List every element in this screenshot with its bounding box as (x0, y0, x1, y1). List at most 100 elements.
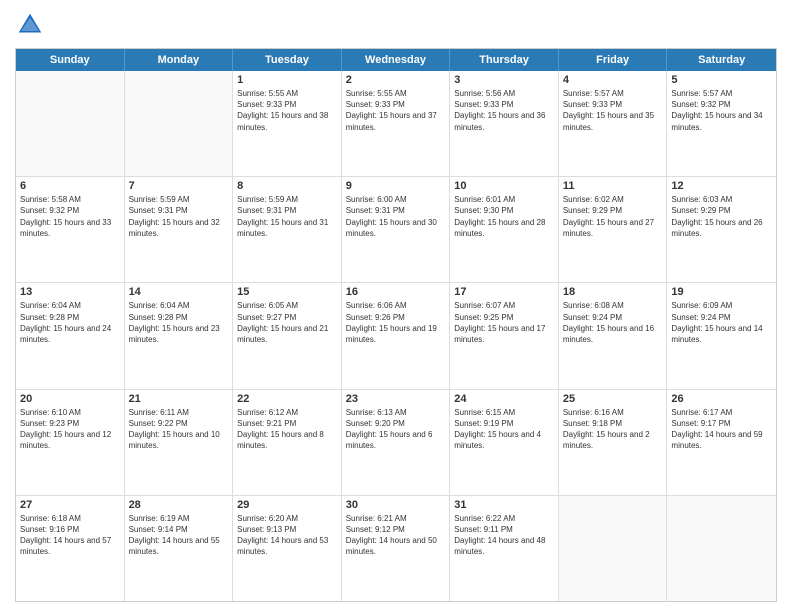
day-cell-27: 27 Sunrise: 6:18 AMSunset: 9:16 PMDayligh… (16, 496, 125, 601)
cell-detail: Sunrise: 6:01 AMSunset: 9:30 PMDaylight:… (454, 194, 554, 239)
logo-icon (15, 10, 45, 40)
day-cell-6: 6Sunrise: 5:58 AMSunset: 9:32 PMDaylight… (16, 177, 125, 282)
day-cell-12: 12 Sunrise: 6:03 AMSunset: 9:29 PMDayligh… (667, 177, 776, 282)
cell-detail: Sunrise: 5:57 AMSunset: 9:33 PMDaylight:… (563, 88, 663, 133)
day-cell-13: 13 Sunrise: 6:04 AMSunset: 9:28 PMDayligh… (16, 283, 125, 388)
day-cell-24: 24 Sunrise: 6:15 AMSunset: 9:19 PMDayligh… (450, 390, 559, 495)
day-number: 9 (346, 180, 446, 192)
day-cell-empty (125, 71, 234, 176)
day-cell-1: 1 Sunrise: 5:55 AMSunset: 9:33 PMDaylight… (233, 71, 342, 176)
cell-detail: Sunrise: 6:22 AMSunset: 9:11 PMDaylight:… (454, 513, 554, 558)
day-number: 25 (563, 393, 663, 405)
cell-detail: Sunrise: 5:56 AMSunset: 9:33 PMDaylight:… (454, 88, 554, 133)
cell-detail: Sunrise: 6:12 AMSunset: 9:21 PMDaylight:… (237, 407, 337, 452)
day-number: 10 (454, 180, 554, 192)
day-cell-9: 9 Sunrise: 6:00 AMSunset: 9:31 PMDaylight… (342, 177, 451, 282)
day-number: 14 (129, 286, 229, 298)
cell-detail: Sunrise: 6:16 AMSunset: 9:18 PMDaylight:… (563, 407, 663, 452)
day-cell-16: 16Sunrise: 6:06 AMSunset: 9:26 PMDayligh… (342, 283, 451, 388)
day-number: 11 (563, 180, 663, 192)
day-header-friday: Friday (559, 49, 668, 71)
cell-detail: Sunrise: 6:15 AMSunset: 9:19 PMDaylight:… (454, 407, 554, 452)
day-number: 21 (129, 393, 229, 405)
day-cell-11: 11 Sunrise: 6:02 AMSunset: 9:29 PMDayligh… (559, 177, 668, 282)
cell-detail: Sunrise: 5:57 AMSunset: 9:32 PMDaylight:… (671, 88, 772, 133)
week-row-4: 20 Sunrise: 6:10 AMSunset: 9:23 PMDayligh… (16, 390, 776, 496)
day-cell-21: 21 Sunrise: 6:11 AMSunset: 9:22 PMDayligh… (125, 390, 234, 495)
week-row-2: 6Sunrise: 5:58 AMSunset: 9:32 PMDaylight… (16, 177, 776, 283)
day-header-saturday: Saturday (667, 49, 776, 71)
day-cell-28: 28 Sunrise: 6:19 AMSunset: 9:14 PMDayligh… (125, 496, 234, 601)
day-cell-23: 23 Sunrise: 6:13 AMSunset: 9:20 PMDayligh… (342, 390, 451, 495)
day-cell-empty (559, 496, 668, 601)
cell-detail: Sunrise: 6:02 AMSunset: 9:29 PMDaylight:… (563, 194, 663, 239)
day-cell-30: 30 Sunrise: 6:21 AMSunset: 9:12 PMDayligh… (342, 496, 451, 601)
cell-detail: Sunrise: 6:03 AMSunset: 9:29 PMDaylight:… (671, 194, 772, 239)
calendar: SundayMondayTuesdayWednesdayThursdayFrid… (15, 48, 777, 602)
cell-detail: Sunrise: 5:58 AMSunset: 9:32 PMDaylight:… (20, 194, 120, 239)
day-cell-empty (16, 71, 125, 176)
day-number: 30 (346, 499, 446, 511)
day-cell-29: 29Sunrise: 6:20 AMSunset: 9:13 PMDayligh… (233, 496, 342, 601)
cell-detail: Sunrise: 5:59 AMSunset: 9:31 PMDaylight:… (129, 194, 229, 239)
cell-detail: Sunrise: 6:19 AMSunset: 9:14 PMDaylight:… (129, 513, 229, 558)
day-number: 18 (563, 286, 663, 298)
day-cell-10: 10 Sunrise: 6:01 AMSunset: 9:30 PMDayligh… (450, 177, 559, 282)
day-number: 22 (237, 393, 337, 405)
day-number: 13 (20, 286, 120, 298)
day-number: 15 (237, 286, 337, 298)
cell-detail: Sunrise: 6:05 AMSunset: 9:27 PMDaylight:… (237, 300, 337, 345)
cell-detail: Sunrise: 6:04 AMSunset: 9:28 PMDaylight:… (20, 300, 120, 345)
day-header-monday: Monday (125, 49, 234, 71)
day-number: 2 (346, 74, 446, 86)
cell-detail: Sunrise: 6:08 AMSunset: 9:24 PMDaylight:… (563, 300, 663, 345)
cell-detail: Sunrise: 6:21 AMSunset: 9:12 PMDaylight:… (346, 513, 446, 558)
cell-detail: Sunrise: 6:11 AMSunset: 9:22 PMDaylight:… (129, 407, 229, 452)
day-cell-5: 5Sunrise: 5:57 AMSunset: 9:32 PMDaylight… (667, 71, 776, 176)
day-cell-15: 15 Sunrise: 6:05 AMSunset: 9:27 PMDayligh… (233, 283, 342, 388)
cell-detail: Sunrise: 6:17 AMSunset: 9:17 PMDaylight:… (671, 407, 772, 452)
day-number: 19 (671, 286, 772, 298)
day-cell-4: 4Sunrise: 5:57 AMSunset: 9:33 PMDaylight… (559, 71, 668, 176)
day-number: 1 (237, 74, 337, 86)
day-cell-25: 25 Sunrise: 6:16 AMSunset: 9:18 PMDayligh… (559, 390, 668, 495)
day-cell-18: 18 Sunrise: 6:08 AMSunset: 9:24 PMDayligh… (559, 283, 668, 388)
week-row-5: 27 Sunrise: 6:18 AMSunset: 9:16 PMDayligh… (16, 496, 776, 601)
week-row-1: 1 Sunrise: 5:55 AMSunset: 9:33 PMDaylight… (16, 71, 776, 177)
day-number: 20 (20, 393, 120, 405)
calendar-header-row: SundayMondayTuesdayWednesdayThursdayFrid… (16, 49, 776, 71)
day-number: 31 (454, 499, 554, 511)
day-number: 29 (237, 499, 337, 511)
day-number: 12 (671, 180, 772, 192)
day-number: 3 (454, 74, 554, 86)
logo (15, 10, 49, 40)
day-number: 27 (20, 499, 120, 511)
day-cell-20: 20 Sunrise: 6:10 AMSunset: 9:23 PMDayligh… (16, 390, 125, 495)
day-cell-26: 26 Sunrise: 6:17 AMSunset: 9:17 PMDayligh… (667, 390, 776, 495)
day-cell-14: 14 Sunrise: 6:04 AMSunset: 9:28 PMDayligh… (125, 283, 234, 388)
day-number: 23 (346, 393, 446, 405)
cell-detail: Sunrise: 6:09 AMSunset: 9:24 PMDaylight:… (671, 300, 772, 345)
day-cell-17: 17Sunrise: 6:07 AMSunset: 9:25 PMDayligh… (450, 283, 559, 388)
day-number: 8 (237, 180, 337, 192)
cell-detail: Sunrise: 6:00 AMSunset: 9:31 PMDaylight:… (346, 194, 446, 239)
cell-detail: Sunrise: 6:07 AMSunset: 9:25 PMDaylight:… (454, 300, 554, 345)
header (15, 10, 777, 40)
day-header-wednesday: Wednesday (342, 49, 451, 71)
day-cell-2: 2Sunrise: 5:55 AMSunset: 9:33 PMDaylight… (342, 71, 451, 176)
cell-detail: Sunrise: 6:04 AMSunset: 9:28 PMDaylight:… (129, 300, 229, 345)
cell-detail: Sunrise: 6:13 AMSunset: 9:20 PMDaylight:… (346, 407, 446, 452)
day-number: 28 (129, 499, 229, 511)
day-cell-31: 31 Sunrise: 6:22 AMSunset: 9:11 PMDayligh… (450, 496, 559, 601)
cell-detail: Sunrise: 5:55 AMSunset: 9:33 PMDaylight:… (237, 88, 337, 133)
day-cell-8: 8Sunrise: 5:59 AMSunset: 9:31 PMDaylight… (233, 177, 342, 282)
day-cell-7: 7Sunrise: 5:59 AMSunset: 9:31 PMDaylight… (125, 177, 234, 282)
day-header-sunday: Sunday (16, 49, 125, 71)
page: SundayMondayTuesdayWednesdayThursdayFrid… (0, 0, 792, 612)
day-number: 26 (671, 393, 772, 405)
day-number: 24 (454, 393, 554, 405)
cell-detail: Sunrise: 6:10 AMSunset: 9:23 PMDaylight:… (20, 407, 120, 452)
cell-detail: Sunrise: 6:18 AMSunset: 9:16 PMDaylight:… (20, 513, 120, 558)
day-header-tuesday: Tuesday (233, 49, 342, 71)
day-cell-19: 19 Sunrise: 6:09 AMSunset: 9:24 PMDayligh… (667, 283, 776, 388)
